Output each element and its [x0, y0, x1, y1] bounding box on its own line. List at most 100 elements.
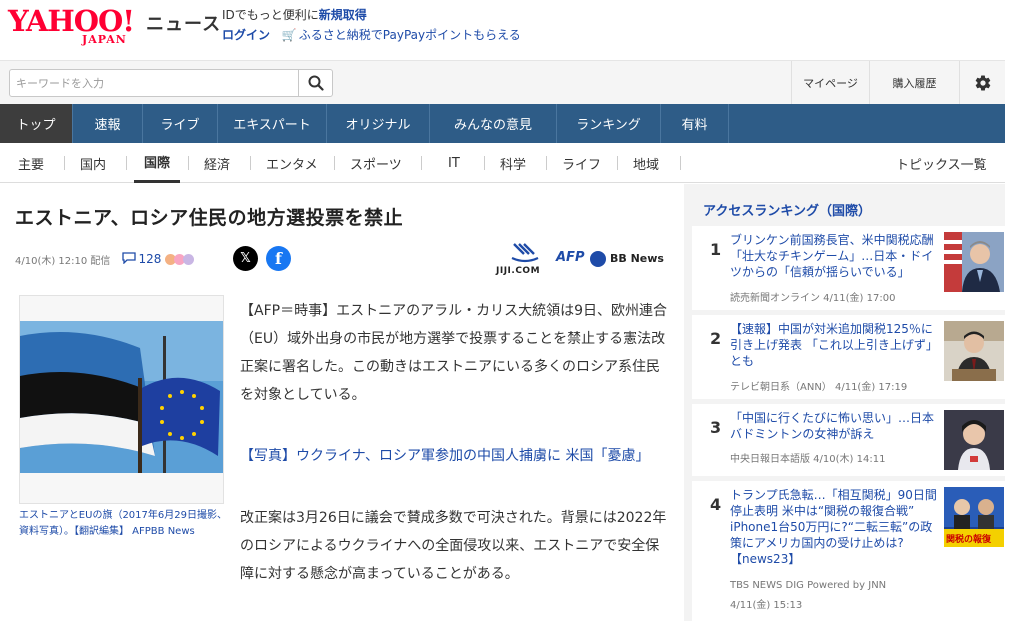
- article-meta: 4/10(木) 12:10 配信 128: [15, 249, 195, 269]
- category-entertainment[interactable]: エンタメ: [266, 143, 318, 183]
- facebook-logo-icon: f: [275, 249, 282, 268]
- flag-photo: [20, 296, 223, 503]
- jiji-text: JIJI.COM: [496, 266, 541, 276]
- rank-title[interactable]: トランプ氏急転…「相互関税」90日間停止表明 米中は“関税の報復合戦” iPho…: [730, 487, 940, 567]
- category-life[interactable]: ライフ: [562, 143, 601, 183]
- global-nav: トップ 速報 ライブ エキスパート オリジナル みんなの意見 ランキング 有料: [0, 104, 1005, 143]
- rank-title[interactable]: 【速報】中国が対米追加関税125％に引き上げ発表 「これ以上引き上げず」とも: [730, 321, 940, 369]
- logo-wordmark: YAHOO!: [8, 4, 135, 38]
- related-photo-link[interactable]: 【写真】ウクライナ、ロシア軍参加の中国人捕虜に 米国「憂慮」: [240, 444, 649, 468]
- category-it[interactable]: IT: [448, 143, 460, 183]
- cart-icon: 🛒: [281, 28, 297, 42]
- tab-original[interactable]: オリジナル: [327, 104, 430, 143]
- jiji-logo[interactable]: JIJI.COM: [496, 242, 552, 276]
- article-paragraph-2: 改正案は3月26日に議会で賛成多数で可決された。背景には2022年のロシアによる…: [240, 510, 667, 582]
- ranking-item[interactable]: 3 「中国に行くたびに怖い思い」…日本バドミントンの女神が訴え 中央日報日本語版…: [692, 404, 1005, 476]
- article-title: エストニア、ロシア住民の地方選投票を禁止: [15, 207, 404, 229]
- category-nav: 主要 国内 国際 経済 エンタメ スポーツ IT 科学 ライフ 地域 トピックス…: [0, 143, 1005, 183]
- ranking-title: アクセスランキング（国際）: [703, 204, 871, 219]
- ranking-item[interactable]: 1 ブリンケン前国務長官、米中関税応酬「壮大なチキンゲーム」…日本・ドイツからの…: [692, 226, 1005, 310]
- ranking-item[interactable]: 4 トランプ氏急転…「相互関税」90日間停止表明 米中は“関税の報復合戦” iP…: [692, 481, 1005, 621]
- nav-divider: [546, 156, 547, 170]
- rank-title[interactable]: ブリンケン前国務長官、米中関税応酬「壮大なチキンゲーム」…日本・ドイツからの「信…: [730, 232, 940, 280]
- category-sports[interactable]: スポーツ: [350, 143, 402, 183]
- article-photo[interactable]: [19, 295, 224, 504]
- furusato-link[interactable]: ふるさと納税でPayPayポイントもらえる: [299, 28, 521, 42]
- header-links: ログイン 🛒 ふるさと納税でPayPayポイントもらえる: [222, 26, 521, 43]
- nav-divider: [126, 156, 127, 170]
- ranking-sidebar: アクセスランキング（国際） 1 ブリンケン前国務長官、米中関税応酬「壮大なチキン…: [684, 184, 1005, 621]
- topics-list-link[interactable]: トピックス一覧: [896, 143, 987, 183]
- tab-ranking[interactable]: ランキング: [557, 104, 661, 143]
- rank-thumbnail[interactable]: [944, 232, 1004, 292]
- nav-divider: [484, 156, 485, 170]
- rank-thumbnail[interactable]: [944, 321, 1004, 381]
- nav-divider: [421, 156, 422, 170]
- signup-link[interactable]: 新規取得: [319, 8, 367, 22]
- search-icon: [308, 75, 324, 91]
- rank-source: TBS NEWS DIG Powered by JNN: [730, 580, 887, 591]
- gear-icon: [975, 75, 990, 91]
- rank-number: 2: [710, 329, 722, 348]
- nav-divider: [617, 156, 618, 170]
- jiji-mark-icon: [511, 243, 539, 263]
- rank-title[interactable]: 「中国に行くたびに怖い思い」…日本バドミントンの女神が訴え: [730, 410, 940, 442]
- yahoo-japan-logo[interactable]: YAHOO! JAPAN: [8, 6, 144, 46]
- thumbnail-caption: 関税の報復: [946, 535, 992, 545]
- category-economy[interactable]: 経済: [204, 143, 230, 183]
- person-photo: [944, 321, 1004, 381]
- photo-caption[interactable]: エストニアとEUの旗（2017年6月29日撮影、資料写真）。【翻訳編集】 AFP…: [19, 508, 227, 540]
- tab-live[interactable]: ライブ: [143, 104, 218, 143]
- nav-divider: [334, 156, 335, 170]
- category-domestic[interactable]: 国内: [80, 143, 106, 183]
- promo-text: IDでもっと便利に: [222, 8, 319, 22]
- signup-promo: IDでもっと便利に新規取得: [222, 6, 367, 23]
- category-science[interactable]: 科学: [500, 143, 526, 183]
- rank-number: 1: [710, 240, 722, 259]
- rank-source: 中央日報日本語版 4/10(木) 14:11: [730, 454, 886, 465]
- category-local[interactable]: 地域: [633, 143, 659, 183]
- tab-opinions[interactable]: みんなの意見: [430, 104, 557, 143]
- tab-expert[interactable]: エキスパート: [218, 104, 327, 143]
- share-facebook-button[interactable]: f: [266, 246, 291, 271]
- tab-paid[interactable]: 有料: [661, 104, 729, 143]
- search-box: [9, 69, 333, 97]
- nav-divider: [680, 156, 681, 170]
- ranking-item[interactable]: 2 【速報】中国が対米追加関税125％に引き上げ発表 「これ以上引き上げず」とも…: [692, 315, 1005, 399]
- speech-bubble-icon: [122, 251, 137, 265]
- search-input[interactable]: [16, 74, 296, 92]
- settings-button[interactable]: [959, 61, 1005, 105]
- comment-count[interactable]: 128: [138, 252, 161, 266]
- rank-date: 4/11(金) 15:13: [730, 600, 803, 611]
- bbnews-logo[interactable]: BB News: [610, 252, 664, 265]
- reaction-emoji-icon: [183, 253, 195, 265]
- bbnews-mark-icon: [590, 251, 606, 267]
- purchase-history-link[interactable]: 購入履歴: [869, 61, 959, 105]
- reaction-emojis[interactable]: [165, 253, 195, 265]
- rank-thumbnail[interactable]: 関税の報復: [944, 487, 1004, 547]
- login-link[interactable]: ログイン: [222, 28, 270, 42]
- rank-number: 4: [710, 495, 722, 514]
- search-bar: マイページ 購入履歴: [0, 60, 1005, 105]
- comment-icon[interactable]: [122, 251, 137, 267]
- nav-divider: [250, 156, 251, 170]
- article-paragraph-1: 【AFP＝時事】エストニアのアラル・カリス大統領は9日、欧州連合（EU）域外出身…: [240, 303, 667, 403]
- search-button[interactable]: [298, 70, 332, 96]
- news-logo[interactable]: ニュース: [146, 10, 221, 36]
- tab-top[interactable]: トップ: [0, 104, 73, 143]
- person-photo: [944, 232, 1004, 292]
- nav-divider: [64, 156, 65, 170]
- nav-divider: [188, 156, 189, 170]
- tab-breaking[interactable]: 速報: [73, 104, 143, 143]
- afp-logo[interactable]: AFP: [556, 250, 584, 265]
- person-photo: [944, 410, 1004, 470]
- category-main[interactable]: 主要: [18, 143, 44, 183]
- rank-source: テレビ朝日系（ANN） 4/11(金) 17:19: [730, 382, 908, 393]
- mypage-link[interactable]: マイページ: [791, 61, 869, 105]
- publish-date: 4/10(木) 12:10 配信: [15, 255, 111, 267]
- x-logo-icon: 𝕏: [240, 251, 251, 266]
- logo-subtext: JAPAN: [82, 33, 127, 46]
- share-x-button[interactable]: 𝕏: [233, 246, 258, 271]
- category-world[interactable]: 国際: [134, 143, 180, 183]
- rank-thumbnail[interactable]: [944, 410, 1004, 470]
